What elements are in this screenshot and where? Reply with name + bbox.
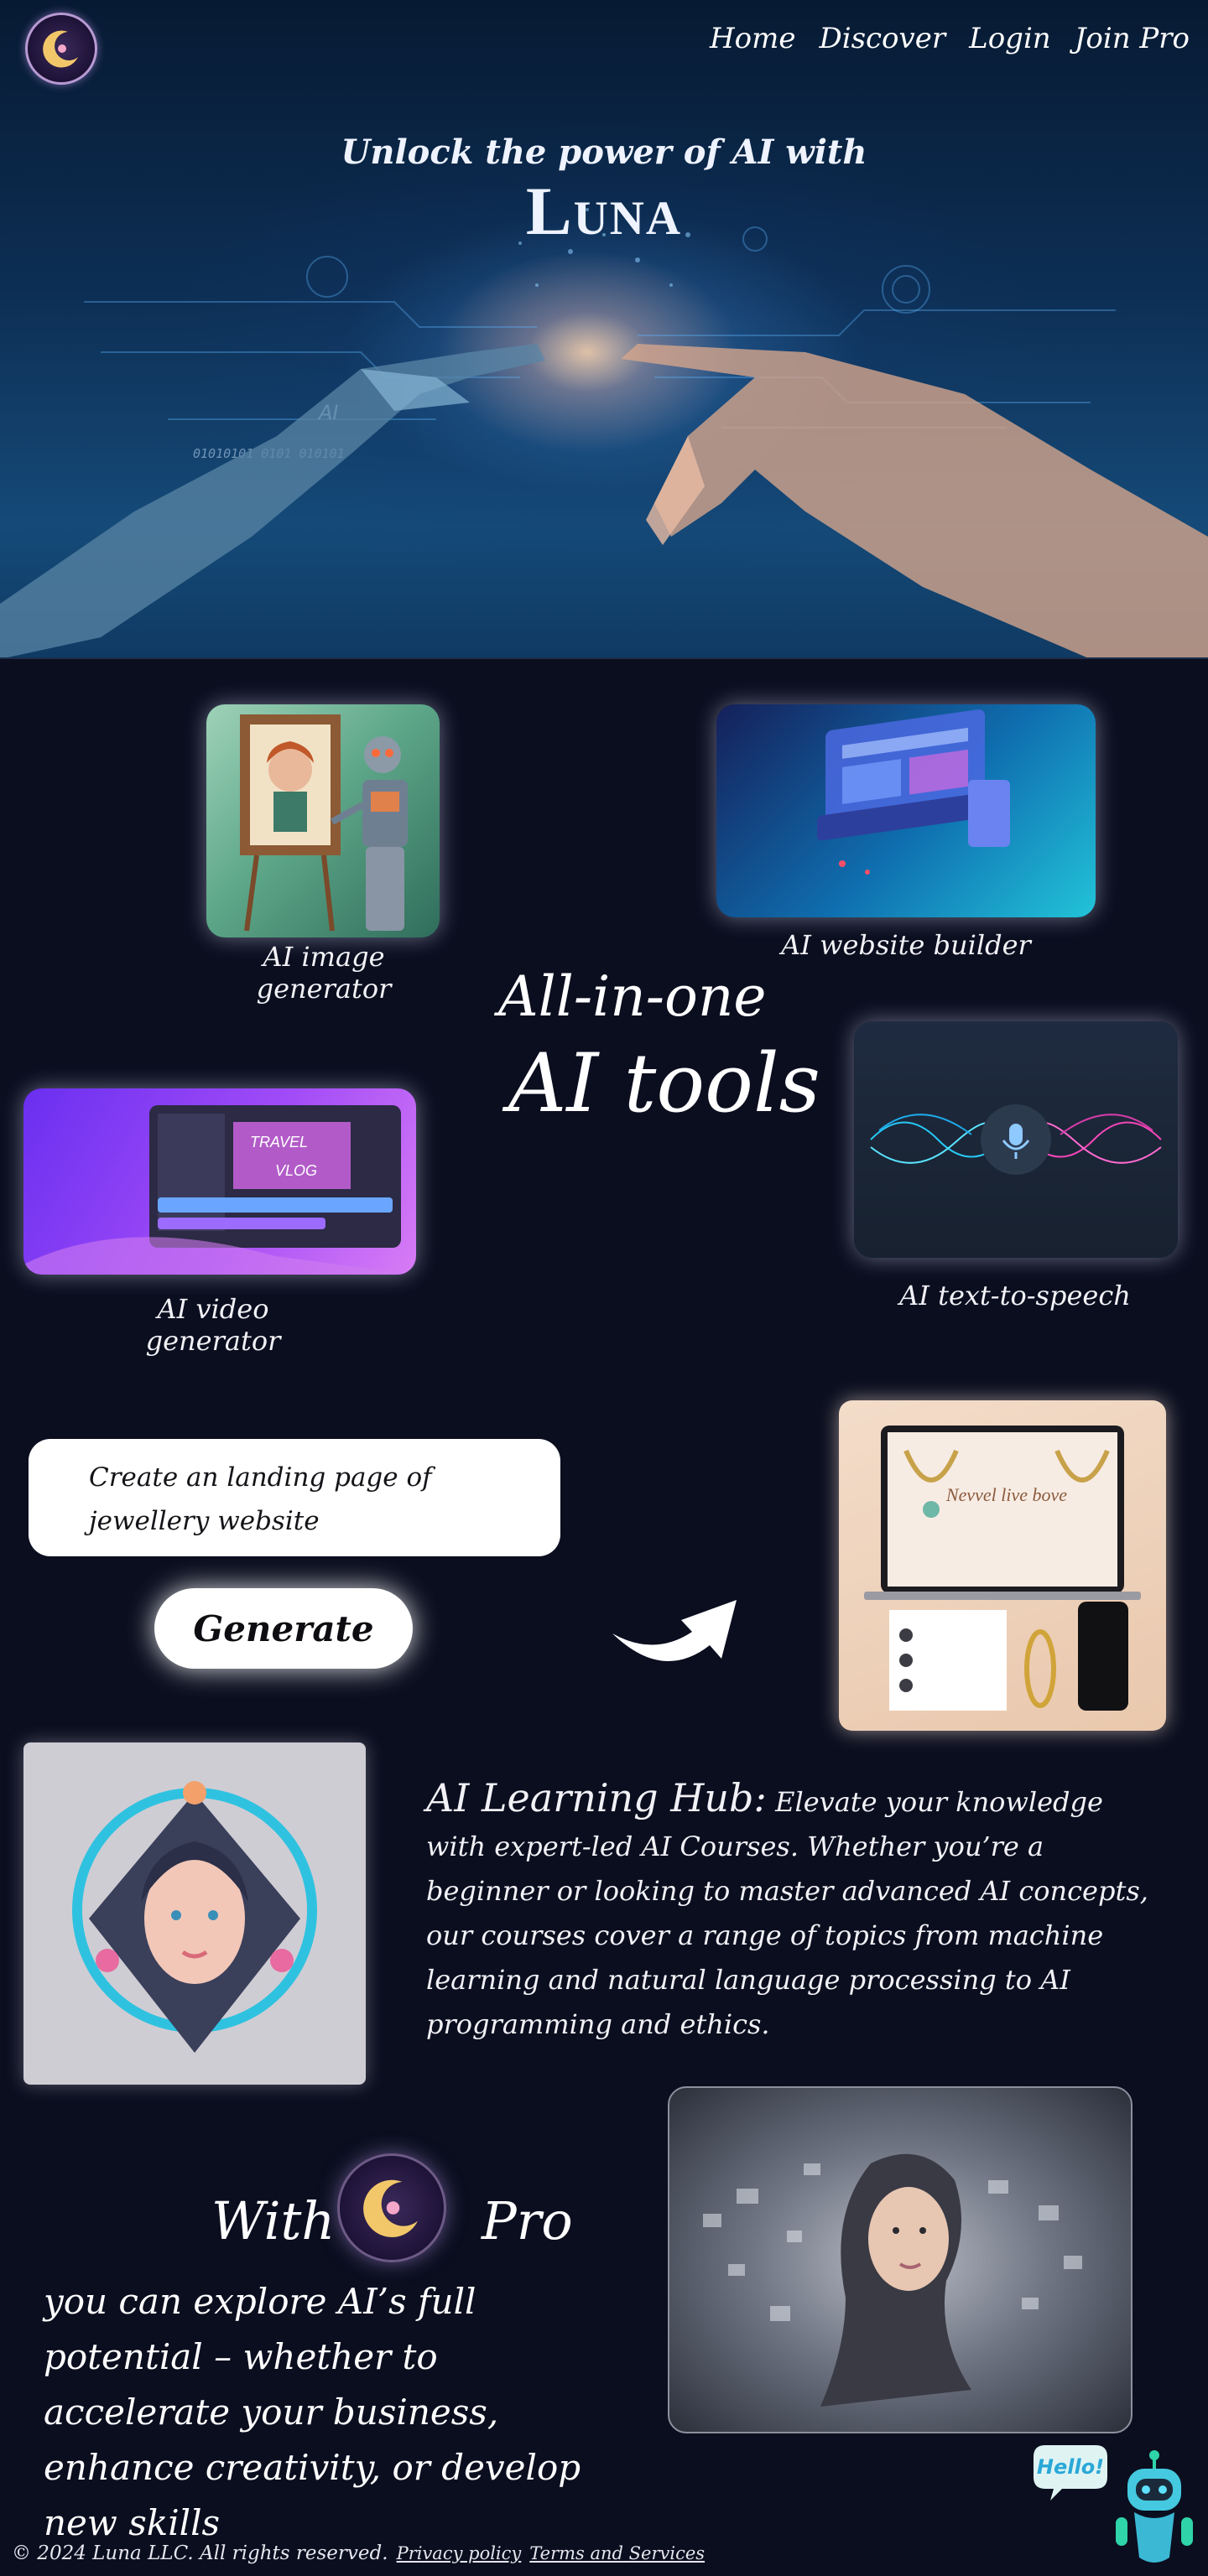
video-editor-illustration: TRAVEL VLOG (23, 1105, 416, 1275)
voice-wave-illustration (870, 1104, 1162, 1175)
robot-hand-shape (0, 344, 545, 657)
curved-arrow-icon (612, 1600, 737, 1661)
website-builder-card[interactable] (716, 704, 1096, 917)
learning-hub-heading: AI Learning Hub: (426, 1775, 767, 1820)
footer: © 2024 Luna LLC. All rights reserved. Pr… (12, 2542, 705, 2564)
jewellery-mockup-illustration: Nevvel live bove (864, 1426, 1141, 1711)
nav-login[interactable]: Login (969, 22, 1051, 55)
luna-logo[interactable] (25, 13, 97, 85)
nav-home[interactable]: Home (710, 22, 795, 55)
learning-hub-image (23, 1742, 366, 2085)
learning-hub-body: Elevate your knowledge with expert-led A… (426, 1786, 1148, 2040)
hero-banner: AI 01010101 0101 010101 Home Discover Lo… (0, 0, 1208, 659)
prompt-input[interactable]: Create an landing page of jewellery webs… (29, 1439, 560, 1556)
digital-face-illustration (703, 2153, 1082, 2407)
learning-hub-text: AI Learning Hub: Elevate your knowledge … (426, 1776, 1164, 2047)
pro-word: Pro (482, 2190, 573, 2251)
circuit-lines-graphic: AI 01010101 0101 010101 (0, 208, 1208, 657)
nav-join-pro[interactable]: Join Pro (1075, 22, 1190, 55)
generate-button[interactable]: Generate (154, 1588, 413, 1669)
data-face-image (668, 2086, 1132, 2433)
human-hand-shape (621, 344, 1208, 657)
tools-heading-line2: AI tools (508, 1036, 820, 1130)
terms-link[interactable]: Terms and Services (529, 2543, 705, 2563)
hero-brand: Luna (525, 173, 683, 249)
website-builder-label: AI website builder (781, 929, 1031, 961)
vlog-text: VLOG (275, 1162, 317, 1179)
ai-face-illustration (72, 1781, 317, 2053)
image-generator-card[interactable] (206, 704, 440, 937)
robot-painter-illustration (240, 714, 408, 932)
pro-with-word: With (211, 2190, 336, 2251)
hero-title-prefix: Unlock the power of AI with (341, 132, 867, 172)
video-generator-card[interactable]: TRAVEL VLOG (23, 1088, 416, 1275)
text-to-speech-card[interactable] (854, 1021, 1178, 1258)
chatbot-widget[interactable]: Hello! (1028, 2440, 1196, 2574)
chatbot-bubble-text: Hello! (1037, 2455, 1104, 2479)
jewellery-site-preview: Nevvel live bove (839, 1400, 1166, 1731)
preview-title: Nevvel live bove (945, 1484, 1067, 1505)
device-mockups-illustration (817, 709, 1010, 875)
microphone-icon (1009, 1124, 1023, 1145)
privacy-policy-link[interactable]: Privacy policy (397, 2543, 522, 2563)
image-generator-label: AI image generator (256, 941, 392, 1005)
main-nav: Home Discover Login Join Pro (710, 22, 1190, 55)
travel-text: TRAVEL (250, 1134, 308, 1150)
text-to-speech-label: AI text-to-speech (899, 1280, 1131, 1311)
footer-copyright: © 2024 Luna LLC. All rights reserved. (12, 2542, 388, 2564)
nav-discover[interactable]: Discover (819, 22, 945, 55)
video-generator-label: AI video generator (145, 1293, 281, 1357)
pro-logo (337, 2153, 446, 2262)
pro-description: you can explore AI’s full potential – wh… (44, 2281, 581, 2543)
moon-icon (363, 2179, 418, 2237)
moon-icon (43, 30, 78, 68)
hero-title: Unlock the power of AI with Luna (302, 132, 906, 251)
tools-heading-line1: All-in-one (498, 964, 767, 1029)
